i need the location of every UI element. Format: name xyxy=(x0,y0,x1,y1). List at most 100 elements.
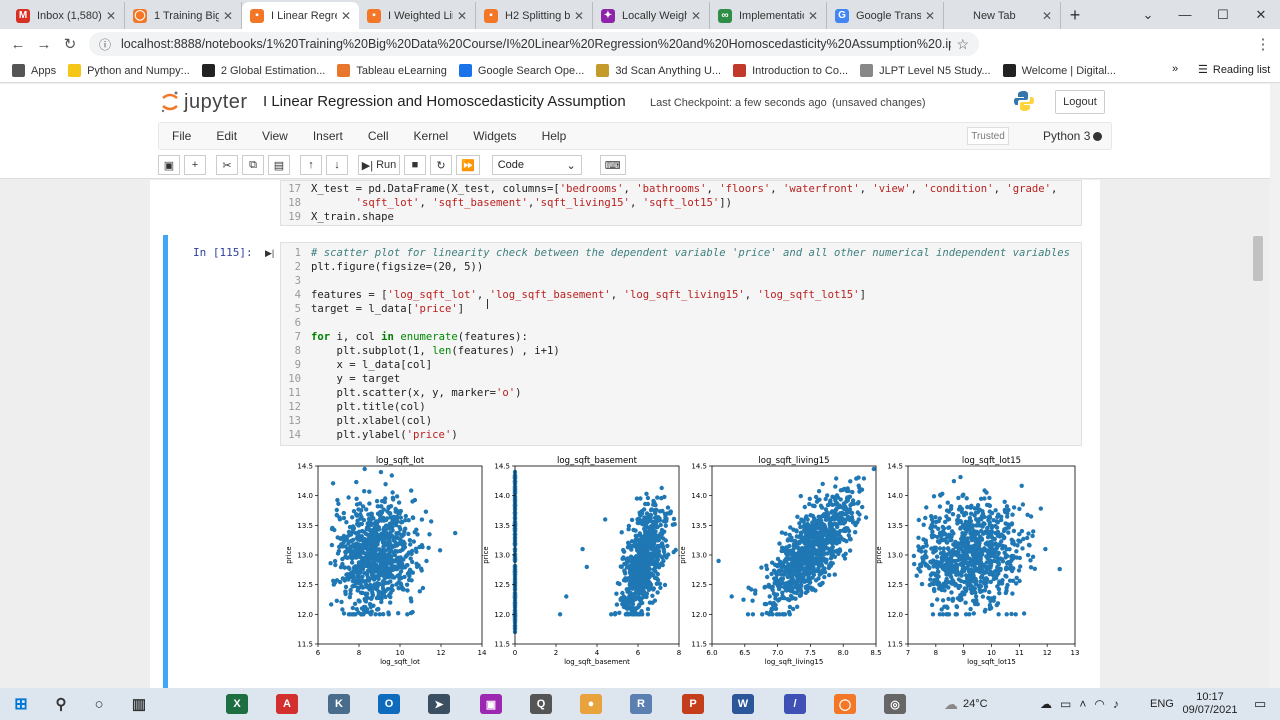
jupyter-taskbar-icon[interactable]: ◯ xyxy=(834,694,856,714)
close-tab-icon[interactable]: ✕ xyxy=(574,9,584,23)
menu-cell[interactable]: Cell xyxy=(368,129,389,143)
cortana-icon[interactable]: ○ xyxy=(88,694,110,714)
powerpoint-icon[interactable]: P xyxy=(682,694,704,714)
windows-start-icon[interactable]: ⊞ xyxy=(10,694,32,714)
r-icon[interactable]: R xyxy=(630,694,652,714)
bookmark-item[interactable]: Python and Numpy:.. xyxy=(68,64,190,77)
scrollbar-thumb[interactable] xyxy=(1253,236,1263,281)
browser-tab[interactable]: M Inbox (1,580) ✕ xyxy=(8,2,125,29)
menu-view[interactable]: View xyxy=(262,129,288,143)
close-tab-icon[interactable]: ✕ xyxy=(925,9,935,23)
input-language[interactable]: ENG xyxy=(1150,688,1174,720)
back-icon[interactable]: ← xyxy=(5,31,31,57)
save-icon[interactable]: ▣ xyxy=(158,155,180,175)
bookmark-item[interactable]: Tableau eLearning xyxy=(337,64,447,77)
network-icon[interactable]: ▭ xyxy=(1060,697,1071,711)
bookmark-item[interactable]: 3d Scan Anything U... xyxy=(596,64,721,77)
bookmarks-more-icon[interactable]: » xyxy=(1172,63,1178,75)
code-editor[interactable]: 1 # scatter plot for linearity check betw… xyxy=(280,242,1082,446)
run-button[interactable]: ▶| Run xyxy=(358,155,400,175)
acrobat-icon[interactable]: A xyxy=(276,694,298,714)
code-cell-previous[interactable]: 17 X_test = pd.DataFrame(X_test, columns=… xyxy=(280,180,1082,226)
notebook-title[interactable]: I Linear Regression and Homoscedasticity… xyxy=(263,93,626,110)
outlook-icon[interactable]: O xyxy=(378,694,400,714)
page-scrollbar[interactable] xyxy=(1270,84,1280,688)
browser-tab[interactable]: ▪ I Weighted Lin ✕ xyxy=(359,2,476,29)
notifications-icon[interactable]: ▭ xyxy=(1254,688,1266,720)
app-pen-icon[interactable]: / xyxy=(784,694,806,714)
tab-search-icon[interactable]: ⌄ xyxy=(1138,0,1158,29)
url-input[interactable]: ⓘ localhost:8888/notebooks/1%20Training%… xyxy=(89,32,979,56)
browser-tab[interactable]: ▪ I Linear Regre ✕ xyxy=(242,2,359,29)
task-view-icon[interactable]: ▥ xyxy=(128,694,150,714)
move-up-icon[interactable]: ↑ xyxy=(300,155,322,175)
bookmark-item[interactable]: Apps xyxy=(12,64,56,77)
reload-icon[interactable]: ↻ xyxy=(57,31,83,57)
chevron-up-icon[interactable]: ˄ xyxy=(1079,697,1086,711)
app-k-icon[interactable]: K xyxy=(328,694,350,714)
menu-file[interactable]: File xyxy=(172,129,191,143)
jupyter-logo[interactable]: jupyter xyxy=(160,90,248,114)
browser-tab[interactable]: ✦ Locally Weight ✕ xyxy=(593,2,710,29)
app-arrow-icon[interactable]: ➤ xyxy=(428,694,450,714)
browser-tab[interactable]: New Tab ✕ xyxy=(944,2,1061,29)
browser-tab[interactable]: ∞ Implementatio ✕ xyxy=(710,2,827,29)
close-tab-icon[interactable]: ✕ xyxy=(457,9,467,23)
copy-icon[interactable]: ⧉ xyxy=(242,155,264,175)
keyboard-icon[interactable]: ⌨ xyxy=(599,155,626,175)
cut-icon[interactable]: ✂ xyxy=(216,155,238,175)
bookmark-item[interactable]: Welcome | Digital... xyxy=(1002,64,1116,77)
volume-icon[interactable]: ♪ xyxy=(1113,697,1119,711)
info-icon[interactable]: ⓘ xyxy=(99,36,111,53)
restart-icon[interactable]: ↻ xyxy=(430,155,452,175)
close-tab-icon[interactable]: ✕ xyxy=(691,9,701,23)
weather-widget[interactable]: ☁ 24°C xyxy=(944,688,988,720)
close-tab-icon[interactable]: ✕ xyxy=(808,9,818,23)
bookmark-item[interactable]: Google Search Ope... xyxy=(458,64,584,77)
run-cell-icon[interactable]: ▶| xyxy=(265,248,274,259)
clock[interactable]: 10:17 09/07/2021 xyxy=(1180,688,1240,720)
close-tab-icon[interactable]: ✕ xyxy=(341,9,351,23)
new-tab-icon[interactable]: + xyxy=(1061,2,1089,29)
app-q-icon[interactable]: Q xyxy=(530,694,552,714)
kernel-name[interactable]: Python 3 xyxy=(1043,129,1090,143)
search-icon[interactable]: ⚲ xyxy=(50,694,72,714)
menu-widgets[interactable]: Widgets xyxy=(473,129,516,143)
menu-help[interactable]: Help xyxy=(542,129,567,143)
logout-button[interactable]: Logout xyxy=(1055,90,1105,114)
bookmark-star-icon[interactable]: ☆ xyxy=(956,36,969,53)
app-globe-icon[interactable]: ◎ xyxy=(884,694,906,714)
move-down-icon[interactable]: ↓ xyxy=(326,155,348,175)
browser-tab[interactable]: ▪ H2 Splitting b ✕ xyxy=(476,2,593,29)
bookmark-item[interactable]: Introduction to Co... xyxy=(733,64,848,77)
browser-tab[interactable]: ◯ 1 Training Big ✕ xyxy=(125,2,242,29)
browser-tab[interactable]: G Google Transla ✕ xyxy=(827,2,944,29)
close-tab-icon[interactable]: ✕ xyxy=(1042,9,1052,23)
menu-insert[interactable]: Insert xyxy=(313,129,343,143)
close-tab-icon[interactable]: ✕ xyxy=(223,9,233,23)
maximize-icon[interactable]: ☐ xyxy=(1208,0,1238,29)
paste-icon[interactable]: ▤ xyxy=(268,155,290,175)
wifi-icon[interactable]: ◠ xyxy=(1094,697,1104,711)
forward-icon[interactable]: → xyxy=(31,31,57,57)
app-purple-icon[interactable]: ▣ xyxy=(480,694,502,714)
excel-icon[interactable]: X xyxy=(226,694,248,714)
cloud-tray-icon[interactable]: ☁ xyxy=(1040,697,1052,711)
menu-edit[interactable]: Edit xyxy=(216,129,237,143)
chrome-icon[interactable]: ● xyxy=(580,694,602,714)
bookmark-item[interactable]: JLPT Level N5 Study... xyxy=(860,64,991,77)
restart-run-all-icon[interactable]: ⏩ xyxy=(456,155,480,175)
reading-list[interactable]: ☰ Reading list xyxy=(1198,63,1270,77)
menu-dots-icon[interactable]: ⋮ xyxy=(1250,31,1276,57)
word-icon[interactable]: W xyxy=(732,694,754,714)
close-window-icon[interactable]: ✕ xyxy=(1246,0,1276,29)
menu-kernel[interactable]: Kernel xyxy=(414,129,449,143)
trusted-badge[interactable]: Trusted xyxy=(967,127,1009,145)
cell-type-select[interactable]: Code ⌄ xyxy=(491,155,582,175)
minimize-icon[interactable]: — xyxy=(1170,0,1200,29)
tray-icons[interactable]: ☁ ▭ ˄ ◠ ♪ xyxy=(1040,688,1119,720)
bookmark-item[interactable]: 2 Global Estimation... xyxy=(201,64,325,77)
interrupt-icon[interactable]: ■ xyxy=(404,155,426,175)
add-cell-icon[interactable]: + xyxy=(184,155,206,175)
close-tab-icon[interactable]: ✕ xyxy=(106,9,116,23)
